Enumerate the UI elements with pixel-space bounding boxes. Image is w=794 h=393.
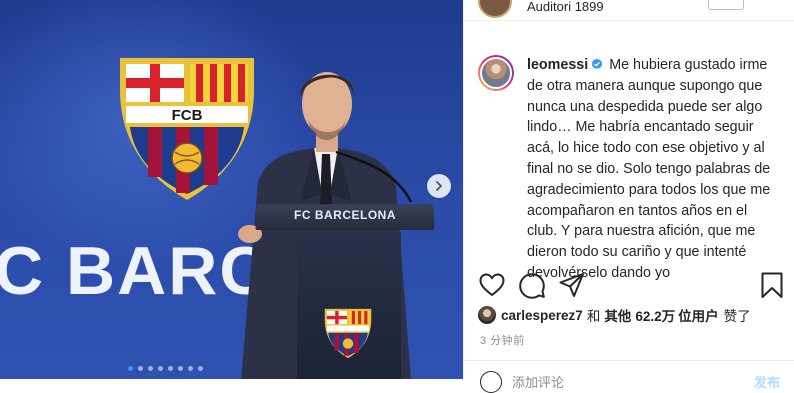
action-bar	[478, 271, 784, 299]
liked-others-label[interactable]: 其他	[604, 305, 631, 325]
post-caption: leomessi Me hubiera gustado irme de otra…	[527, 55, 777, 284]
caption-avatar[interactable]	[478, 55, 514, 91]
liked-count[interactable]: 62.2万	[635, 305, 675, 325]
verified-badge-icon	[592, 58, 603, 70]
carousel-dot	[148, 366, 153, 371]
post-detail-panel: Auditori 1899 leomessi Me hubiera gustad…	[463, 0, 794, 393]
post-photo[interactable]: C BARCE FCB FC BARCELONA	[0, 0, 463, 379]
liked-label: 赞了	[723, 309, 751, 324]
comment-box: 添加评论 发布	[464, 360, 794, 393]
header-avatar[interactable]	[478, 0, 512, 18]
carousel-dot	[138, 366, 143, 371]
carousel-dot	[158, 366, 163, 371]
podium-crest	[324, 308, 372, 359]
carousel-dot	[178, 366, 183, 371]
send-icon[interactable]	[558, 271, 586, 299]
liked-users-suffix[interactable]: 位用户	[678, 305, 719, 325]
carousel-dot	[128, 366, 133, 371]
comment-input[interactable]: 添加评论	[512, 372, 564, 391]
post-timestamp[interactable]: 3 分钟前	[480, 332, 525, 348]
post-location[interactable]: Auditori 1899	[527, 0, 604, 14]
liker-username[interactable]: carlesperez7	[501, 308, 583, 323]
carousel-dot	[188, 366, 193, 371]
bookmark-icon[interactable]	[758, 271, 786, 299]
carousel-dot	[168, 366, 173, 371]
carousel-dot	[198, 366, 203, 371]
caption-username[interactable]: leomessi	[527, 57, 588, 73]
liked-and: 和	[586, 309, 601, 324]
heart-icon[interactable]	[478, 271, 506, 299]
liker-avatar[interactable]	[478, 306, 496, 324]
carousel-indicator	[128, 366, 203, 371]
liked-by-summary: carlesperez7 和 其他 62.2万 位用户 赞了	[478, 305, 751, 325]
post-comment-button[interactable]: 发布	[754, 372, 780, 391]
chevron-right-icon	[436, 181, 443, 191]
comment-icon[interactable]	[518, 271, 546, 299]
next-photo-button[interactable]	[427, 174, 451, 198]
podium-label: FC BARCELONA	[294, 208, 396, 222]
emoji-icon[interactable]	[480, 371, 502, 393]
post-header: Auditori 1899	[464, 0, 794, 21]
svg-text:FCB: FCB	[172, 107, 203, 124]
more-options-button[interactable]	[708, 0, 744, 10]
caption-text: Me hubiera gustado irme de otra manera a…	[527, 57, 771, 281]
